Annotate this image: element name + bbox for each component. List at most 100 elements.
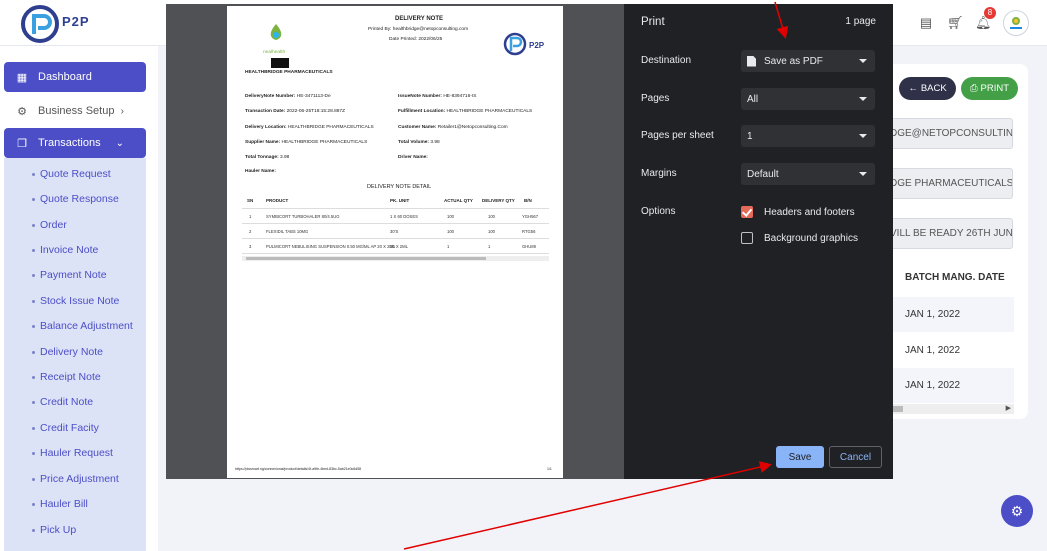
cancel-button[interactable]: Cancel [829, 446, 882, 468]
sidebar-subitem-price-adjustment[interactable]: Price Adjustment [4, 470, 146, 488]
save-button[interactable]: Save [776, 446, 824, 468]
column-header: B/N [524, 198, 532, 203]
remark-field[interactable]: VILL BE READY 26TH JUN [881, 218, 1013, 249]
sidebar-subitem-quote-request[interactable]: Quote Request [4, 165, 146, 183]
print-button[interactable]: ⎙ PRINT [961, 77, 1018, 100]
sidebar-subitem-payment-note[interactable]: Payment Note [4, 266, 146, 284]
avatar[interactable] [1003, 10, 1029, 36]
sidebar-subitem-order[interactable]: Order [4, 216, 146, 234]
table-cell: PULMICORT NEBULISING SUSPENSION 0.50 MG/… [266, 244, 396, 249]
table-cell: FLEXIDIL TABS 10MG [266, 229, 309, 234]
preview-footer-url: https://plusmart.ng/connexional/product/… [235, 467, 362, 471]
table-cell: 1 [447, 244, 450, 249]
preview-page: nealhealth P2P DELIVERY NOTE Printed By:… [227, 6, 563, 478]
column-header: PRODUCT [266, 198, 289, 203]
sidebar-subitem-hauler-bill[interactable]: Hauler Bill [4, 495, 146, 513]
headers-footers-label: Headers and footers [764, 207, 855, 218]
preview-field: Total Tonnage: 3.98 [245, 155, 290, 160]
caret-down-icon [859, 59, 867, 63]
preview-field: Supplier Name: HEALTHBRIDGE PHARMACEUTIC… [245, 140, 368, 145]
sidebar-subitem-balance-adjustment[interactable]: Balance Adjustment [4, 317, 146, 335]
table-cell: 3 [249, 244, 252, 249]
table-cell: 1 [249, 214, 252, 219]
destination-value: Save as PDF [764, 55, 823, 67]
transactions-submenu: Quote Request Quote Response Order Invoi… [4, 158, 146, 551]
table-cell: SYMBICORT TURBOHALER 80/4.5UG [266, 214, 340, 219]
table-cell: 30'S [390, 229, 399, 234]
logo-text: P2P [62, 14, 90, 29]
scroll-right-icon[interactable]: ▶ [1006, 404, 1011, 412]
table-horizontal-scrollbar[interactable]: ▶ [893, 404, 1014, 414]
caret-down-icon [859, 97, 867, 101]
copy-icon: ❐ [17, 137, 27, 150]
table-divider [242, 208, 549, 209]
settings-fab-button[interactable]: ⚙ [1001, 495, 1033, 527]
redacted-block [271, 58, 289, 68]
caret-down-icon [859, 134, 867, 138]
sidebar-subitem-credit-note[interactable]: Credit Note [4, 393, 146, 411]
sidebar-subitem-invoice-note[interactable]: Invoice Note [4, 241, 146, 259]
preview-field: Total Volume: 3.98 [398, 140, 440, 145]
preview-field: IssueNote Number: HE-8394716-IS [398, 94, 477, 99]
pages-per-sheet-label: Pages per sheet [641, 130, 714, 141]
table-cell: 100 [488, 229, 495, 234]
table-cell: 100 [447, 229, 454, 234]
grid-icon: ▦ [16, 71, 28, 84]
table-row: JAN 1, 2022 [905, 345, 961, 356]
sidebar-item-business-setup[interactable]: ⚙ Business Setup › [4, 96, 146, 126]
print-title: Print [641, 16, 665, 28]
preview-field: Transaction Date: 2022-06-25T18:15:28.88… [245, 109, 346, 114]
back-label: BACK [920, 83, 947, 94]
email-field[interactable]: DGE@NETOPCONSULTIN [881, 118, 1013, 149]
sidebar-subitem-stock-issue-note[interactable]: Stock Issue Note [4, 292, 146, 310]
printer-icon: ⎙ [969, 83, 978, 94]
sidebar-item-dashboard[interactable]: ▦ Dashboard [4, 62, 146, 92]
sidebar-subitem-credit-facity[interactable]: Credit Facity [4, 419, 146, 437]
list-icon[interactable]: ▤ [919, 16, 933, 30]
sidebar-subitem-quote-response[interactable]: Quote Response [4, 190, 146, 208]
table-cell: 1 X 60 DOSES [390, 214, 418, 219]
pages-select[interactable]: All [741, 88, 875, 110]
gear-icon: ⚙ [1010, 502, 1024, 519]
sidebar-subitem-hauler-request[interactable]: Hauler Request [4, 444, 146, 462]
preview-field: Driver Name: [398, 155, 428, 160]
notification-badge: 8 [984, 7, 996, 19]
arrow-left-icon: ← [908, 83, 918, 94]
preview-detail-title: DELIVERY NOTE DETAIL [367, 184, 432, 190]
sidebar-subitem-receipt-note[interactable]: Receipt Note [4, 368, 146, 386]
healthbridge-logo-icon [1010, 17, 1022, 29]
pages-per-sheet-value: 1 [747, 130, 753, 142]
chevron-down-icon: ⌄ [115, 137, 124, 149]
preview-date-printed: Date Printed: 2022/06/25 [389, 37, 443, 42]
sidebar-subitem-delivery-note[interactable]: Delivery Note [4, 343, 146, 361]
pages-value: All [747, 93, 759, 105]
print-label: PRINT [980, 83, 1010, 94]
sidebar: ▦ Dashboard ⚙ Business Setup › ❐ Transac… [0, 46, 158, 551]
table-row: JAN 1, 2022 [893, 297, 1014, 332]
headers-footers-checkbox[interactable] [741, 206, 753, 218]
table-divider [242, 223, 549, 224]
table-divider [242, 253, 549, 254]
preview-scrollbar [242, 256, 549, 261]
gear-icon: ⚙ [17, 105, 27, 118]
table-cell: 2 [249, 229, 252, 234]
company-field[interactable]: DGE PHARMACEUTICALS [881, 168, 1013, 199]
sidebar-subitem-pick-up[interactable]: Pick Up [4, 521, 146, 539]
cart-icon[interactable]: 🛒︎ [947, 16, 964, 30]
table-cell: 100 [447, 214, 454, 219]
healthbridge-logo-icon [270, 24, 282, 40]
back-button[interactable]: ← BACK [899, 77, 956, 100]
bell-icon[interactable]: 🔔︎ 8 [975, 7, 996, 30]
sidebar-item-label: Dashboard [38, 71, 92, 83]
preview-logo-text: nealhealth [263, 50, 286, 55]
sidebar-item-transactions[interactable]: ❐ Transactions ⌄ [4, 128, 146, 158]
background-graphics-checkbox[interactable] [741, 232, 753, 244]
scrollbar-thumb[interactable] [893, 406, 903, 412]
margins-select[interactable]: Default [741, 163, 875, 185]
sidebar-item-label: Business Setup [38, 105, 115, 117]
p2p-logo: P2P [503, 32, 545, 56]
table-cell: RTG56 [522, 229, 536, 234]
destination-select[interactable]: Save as PDF [741, 50, 875, 72]
table-header-batch-date: BATCH MANG. DATE [905, 272, 1005, 283]
pages-per-sheet-select[interactable]: 1 [741, 125, 875, 147]
